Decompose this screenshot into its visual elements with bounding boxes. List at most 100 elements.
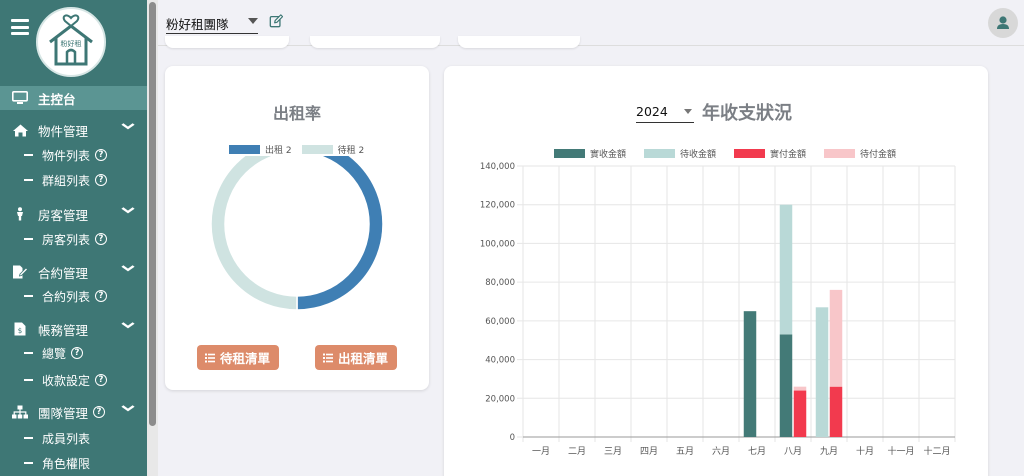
summary-card-partial — [310, 36, 440, 48]
x-tick-label: 四月 — [640, 446, 658, 457]
dash-bullet — [24, 379, 33, 381]
rented-list-label: 出租清單 — [338, 351, 389, 366]
dash-bullet — [24, 352, 33, 354]
y-tick-label: 100,000 — [480, 239, 515, 249]
svg-text:$: $ — [18, 327, 22, 335]
person-icon — [12, 206, 28, 222]
help-icon[interactable]: ? — [95, 174, 108, 186]
sidebar-item-1[interactable]: 物件管理 — [0, 118, 147, 142]
sidebar-subitem-label: 群組列表 — [42, 173, 91, 188]
sidebar-item-2[interactable]: 房客管理 — [0, 202, 147, 226]
dash-bullet — [24, 179, 33, 181]
bar-income-1-7[interactable] — [779, 204, 793, 335]
sidebar-item-3[interactable]: 合約管理 — [0, 260, 147, 284]
x-tick-label: 八月 — [784, 446, 802, 457]
sidebar-item-label: 主控台 — [38, 91, 76, 107]
sidebar-subitem[interactable]: 物件列表? — [0, 144, 147, 166]
chevron-down-icon[interactable] — [121, 404, 135, 415]
team-select[interactable]: 粉好租團隊 — [166, 12, 258, 34]
donut-slice-vacant[interactable] — [210, 156, 298, 311]
sidebar-item-label: 帳務管理 — [38, 322, 89, 338]
legend-item-2[interactable]: 實付金額 — [734, 148, 806, 160]
legend-item-1[interactable]: 待收金額 — [644, 148, 716, 160]
bar-expense-2-8[interactable] — [829, 386, 843, 437]
x-tick-label: 十月 — [856, 445, 874, 457]
help-icon[interactable]: ? — [93, 406, 106, 418]
caret-down-icon — [248, 18, 258, 24]
sidebar-subitem[interactable]: 成員列表 — [0, 427, 147, 449]
help-icon[interactable]: ? — [71, 347, 84, 359]
chevron-down-icon[interactable] — [121, 321, 135, 332]
revenue-bar-chart: 實收金額 待收金額 實付金額 待付金額 0 20,000 40,000 60,000 80,00… — [480, 148, 956, 457]
y-tick-label: 60,000 — [485, 317, 515, 327]
legend-item-vacant[interactable]: 待租 2 — [301, 143, 365, 156]
legend-swatch — [229, 145, 260, 154]
donut-slice-rented[interactable] — [296, 156, 384, 311]
summary-card-partial — [458, 36, 580, 48]
legend-item-0[interactable]: 實收金額 — [554, 148, 626, 160]
monitor-icon — [12, 90, 28, 106]
sidebar-subitem-label: 總覽 — [42, 346, 67, 361]
help-icon[interactable]: ? — [95, 233, 108, 245]
legend-label: 出租 2 — [265, 146, 292, 156]
vacant-list-button[interactable]: 待租清單 — [197, 345, 279, 370]
help-icon[interactable]: ? — [95, 149, 108, 161]
help-icon[interactable]: ? — [95, 290, 108, 302]
sidebar-item-label: 物件管理 — [38, 123, 89, 139]
chevron-down-icon[interactable] — [121, 122, 135, 133]
legend-swatch — [734, 149, 765, 158]
sidebar-item-label: 房客管理 — [38, 207, 89, 223]
user-avatar[interactable] — [988, 8, 1018, 38]
chevron-down-icon[interactable] — [121, 206, 135, 217]
list-icon — [323, 353, 333, 362]
sidebar-subitem[interactable]: 群組列表? — [0, 169, 147, 191]
x-tick-label: 六月 — [712, 445, 730, 457]
edit-icon[interactable] — [269, 14, 283, 28]
dash-bullet — [24, 437, 33, 439]
dash-bullet — [24, 154, 33, 156]
rented-list-button[interactable]: 出租清單 — [315, 345, 397, 370]
y-tick-label: 20,000 — [485, 394, 515, 404]
help-icon[interactable]: ? — [95, 374, 108, 386]
x-tick-label: 五月 — [676, 446, 694, 457]
sidebar-subitem-label: 物件列表 — [42, 148, 91, 163]
sidebar-item-0[interactable]: 主控台 — [0, 86, 147, 110]
scrollbar-thumb[interactable] — [149, 2, 156, 426]
sidebar-scrollbar[interactable] — [147, 0, 158, 476]
bar-income-0-7[interactable] — [779, 334, 793, 437]
sidebar-item-5[interactable]: 團隊管理? — [0, 400, 147, 424]
legend-swatch — [824, 149, 855, 158]
legend-item-rented[interactable]: 出租 2 — [229, 143, 292, 156]
sidebar-subitem[interactable]: 總覽? — [0, 342, 147, 364]
bar-expense-3-7[interactable] — [793, 386, 807, 391]
occupancy-card: 出租率 出租 2 待租 2 待租清單 出租清單 — [165, 66, 429, 390]
sitemap-icon — [12, 404, 28, 420]
legend-item-3[interactable]: 待付金額 — [824, 148, 896, 160]
list-icon — [205, 353, 215, 362]
revenue-card: 2024 年收支狀況 實收金額 待收金額 實付金額 待付金額 0 20,000 40,000… — [444, 66, 988, 476]
sidebar-subitem[interactable]: 收款設定? — [0, 369, 147, 391]
bar-expense-3-8[interactable] — [829, 289, 843, 387]
sidebar: 粉好租 主控台 物件管理 物件列表? 群組列表? 房客管理 房客列表? 合約管理 合約列表? $… — [0, 0, 147, 476]
sidebar-item-4[interactable]: $ 帳務管理 — [0, 317, 147, 341]
hamburger-menu-icon[interactable] — [11, 19, 29, 35]
legend-swatch — [644, 149, 675, 158]
y-tick-label: 120,000 — [480, 201, 515, 211]
bar-expense-2-7[interactable] — [793, 390, 807, 437]
x-tick-label: 十一月 — [887, 445, 914, 457]
legend-label: 待租 2 — [337, 146, 365, 156]
chevron-down-icon[interactable] — [121, 264, 135, 275]
bar-income-1-8[interactable] — [815, 307, 829, 437]
dash-bullet — [24, 462, 33, 464]
sidebar-subitem[interactable]: 角色權限 — [0, 452, 147, 474]
sidebar-subitem-label: 成員列表 — [42, 431, 91, 446]
y-tick-label: 0 — [510, 433, 515, 443]
bar-income-0-6[interactable] — [743, 311, 757, 437]
sidebar-subitem[interactable]: 合約列表? — [0, 285, 147, 307]
vacant-list-label: 待租清單 — [220, 351, 271, 366]
app-logo[interactable]: 粉好租 — [36, 7, 106, 77]
dash-bullet — [24, 238, 33, 240]
legend-label: 實收金額 — [590, 148, 626, 160]
sidebar-subitem[interactable]: 房客列表? — [0, 228, 147, 250]
legend-swatch — [554, 149, 585, 158]
